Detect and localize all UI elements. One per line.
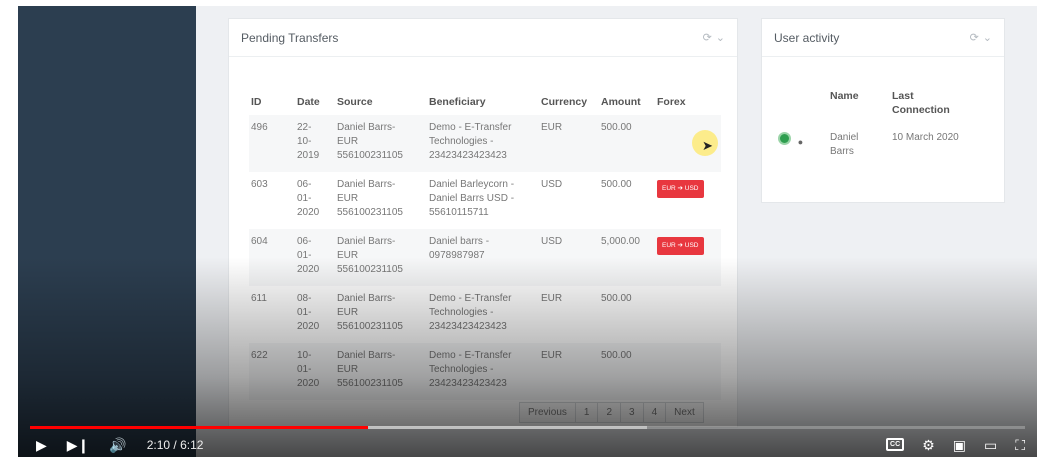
cell-id: 622: [249, 343, 297, 400]
column-header-source[interactable]: Source: [337, 89, 429, 115]
table-row[interactable]: 622 10- 01- 2020 Daniel Barrs- EUR 5561002…: [249, 343, 721, 400]
panel-tools: ⟳ ⌄: [703, 31, 725, 44]
cell-source: Daniel Barrs- EUR 556100231105: [337, 343, 429, 400]
table-row[interactable]: 611 08- 01- 2020 Daniel Barrs- EUR 5561002…: [249, 286, 721, 343]
cell-beneficiary: Demo - E-Transfer Technologies - 2342342…: [429, 293, 512, 332]
last-connection-label: Last Connection: [892, 90, 950, 116]
cell-forex: [657, 343, 721, 400]
cell-date: 06- 01- 2020: [297, 179, 320, 218]
progress-bar[interactable]: [30, 426, 1025, 429]
cell-amount: 500.00: [601, 115, 657, 172]
page-3-button[interactable]: 3: [621, 403, 644, 422]
cell-date: 06- 01- 2020: [297, 229, 337, 286]
column-header-beneficiary[interactable]: Beneficiary: [429, 89, 541, 115]
cell-amount: 500.00: [601, 343, 657, 400]
next-page-button[interactable]: Next: [666, 403, 703, 422]
cell-id: 604: [249, 229, 297, 286]
cell-id: 496: [249, 115, 297, 172]
volume-icon[interactable]: 🔊: [109, 438, 126, 452]
status-cell: ●: [778, 125, 830, 159]
controls-right: CC ⚙ ▣ ▭ ⛶: [886, 438, 1025, 452]
page-2-button[interactable]: 2: [598, 403, 622, 422]
refresh-icon[interactable]: ⟳: [970, 31, 979, 44]
video-player[interactable]: Pending Transfers ⟳ ⌄ ID Date Source Ben…: [18, 6, 1037, 457]
table-header-row: ID Date Source Beneficiary Currency Amou…: [249, 89, 721, 115]
fullscreen-icon[interactable]: ⛶: [1015, 438, 1025, 452]
activity-table: Name Last Connection ● Daniel Barrs 10 M…: [778, 89, 990, 159]
page-1-button[interactable]: 1: [576, 403, 599, 422]
cell-amount: 500.00: [601, 293, 632, 304]
table-row[interactable]: ● Daniel Barrs 10 March 2020: [778, 125, 990, 159]
cell-date: 08- 01- 2020: [297, 293, 320, 332]
table-row[interactable]: 604 06- 01- 2020 Daniel Barrs- EUR 5561002…: [249, 229, 721, 286]
cell-forex: [657, 286, 721, 343]
user-icon: ●: [797, 137, 804, 147]
panel-tools: ⟳ ⌄: [970, 31, 992, 44]
column-header-name[interactable]: Name: [830, 89, 892, 125]
cell-source: Daniel Barrs- EUR 556100231105: [337, 293, 403, 332]
panel-title: Pending Transfers: [241, 30, 339, 45]
column-header-currency[interactable]: Currency: [541, 89, 601, 115]
cell-id: 603: [251, 179, 268, 190]
chevron-down-icon[interactable]: ⌄: [716, 31, 725, 44]
cell-source: Daniel Barrs- EUR 556100231105: [337, 229, 429, 286]
cell-forex: EUR ➔ USD: [657, 229, 721, 286]
miniplayer-icon[interactable]: ▣: [953, 438, 966, 452]
user-name: Daniel Barrs: [830, 132, 859, 157]
chevron-down-icon[interactable]: ⌄: [983, 31, 992, 44]
column-header-forex[interactable]: Forex: [657, 89, 721, 115]
user-activity-panel: User activity ⟳ ⌄ Name Last Connection ●…: [761, 18, 1005, 203]
column-header-date[interactable]: Date: [297, 89, 337, 115]
cell-source: Daniel Barrs- EUR 556100231105: [337, 115, 429, 172]
cell-beneficiary: Demo - E-Transfer Technologies - 2342342…: [429, 343, 541, 400]
user-activity-header: User activity ⟳ ⌄: [762, 19, 1004, 57]
pending-transfers-header: Pending Transfers ⟳ ⌄: [229, 19, 737, 57]
cell-currency: EUR: [541, 293, 563, 304]
forex-badge[interactable]: EUR ➔ USD: [657, 180, 704, 198]
cell-amount: 500.00: [601, 179, 632, 190]
cell-date: 22- 10- 2019: [297, 115, 337, 172]
column-header-amount[interactable]: Amount: [601, 89, 657, 115]
column-header-icons: [778, 89, 830, 125]
pending-transfers-panel: Pending Transfers ⟳ ⌄ ID Date Source Ben…: [228, 18, 738, 428]
captions-icon[interactable]: CC: [886, 438, 905, 451]
cell-currency: EUR: [541, 343, 601, 400]
pagination: Previous 1 2 3 4 Next: [519, 402, 704, 423]
cell-beneficiary: Demo - E-Transfer Technologies - 2342342…: [429, 115, 541, 172]
refresh-icon[interactable]: ⟳: [703, 31, 712, 44]
table-row[interactable]: 603 06- 01- 2020 Daniel Barrs- EUR 5561002…: [249, 172, 721, 229]
cell-currency: EUR: [541, 115, 601, 172]
cell-id: 611: [251, 293, 267, 304]
mouse-pointer-icon: ➤: [702, 138, 713, 153]
player-controls: ▶ ▶❙ 🔊 2:10 / 6:12 CC ⚙ ▣ ▭ ⛶: [18, 432, 1037, 457]
cell-forex: EUR ➔ USD: [657, 172, 721, 229]
time-display: 2:10 / 6:12: [146, 437, 204, 452]
cell-beneficiary: Daniel Barleycorn - Daniel Barrs USD - 5…: [429, 179, 515, 218]
last-connection: 10 March 2020: [892, 132, 959, 143]
table-row[interactable]: 496 22- 10- 2019 Daniel Barrs- EUR 5561002…: [249, 115, 721, 172]
cell-currency: USD: [541, 179, 563, 190]
app-sidebar: [18, 6, 196, 457]
dashboard-content: Pending Transfers ⟳ ⌄ ID Date Source Ben…: [196, 6, 1037, 457]
controls-left: ▶ ▶❙ 🔊 2:10 / 6:12: [36, 438, 203, 452]
cell-beneficiary: Daniel barrs - 0978987987: [429, 229, 541, 286]
page-4-button[interactable]: 4: [644, 403, 667, 422]
play-icon[interactable]: ▶: [36, 438, 47, 452]
theater-mode-icon[interactable]: ▭: [984, 438, 997, 452]
next-icon[interactable]: ▶❙: [67, 438, 90, 452]
cell-date: 10- 01- 2020: [297, 343, 337, 400]
previous-page-button[interactable]: Previous: [520, 403, 576, 422]
forex-badge[interactable]: EUR ➔ USD: [657, 237, 704, 255]
online-status-icon: [778, 132, 791, 145]
cell-amount: 5,000.00: [601, 229, 657, 286]
column-header-id[interactable]: ID: [249, 89, 297, 115]
settings-gear-icon[interactable]: ⚙: [922, 438, 935, 452]
cell-currency: USD: [541, 229, 601, 286]
transfers-table: ID Date Source Beneficiary Currency Amou…: [249, 89, 721, 400]
column-header-last-connection[interactable]: Last Connection: [892, 89, 990, 125]
cell-source: Daniel Barrs- EUR 556100231105: [337, 179, 403, 218]
panel-title: User activity: [774, 30, 840, 45]
played-progress: [30, 426, 369, 429]
table-header-row: Name Last Connection: [778, 89, 990, 125]
